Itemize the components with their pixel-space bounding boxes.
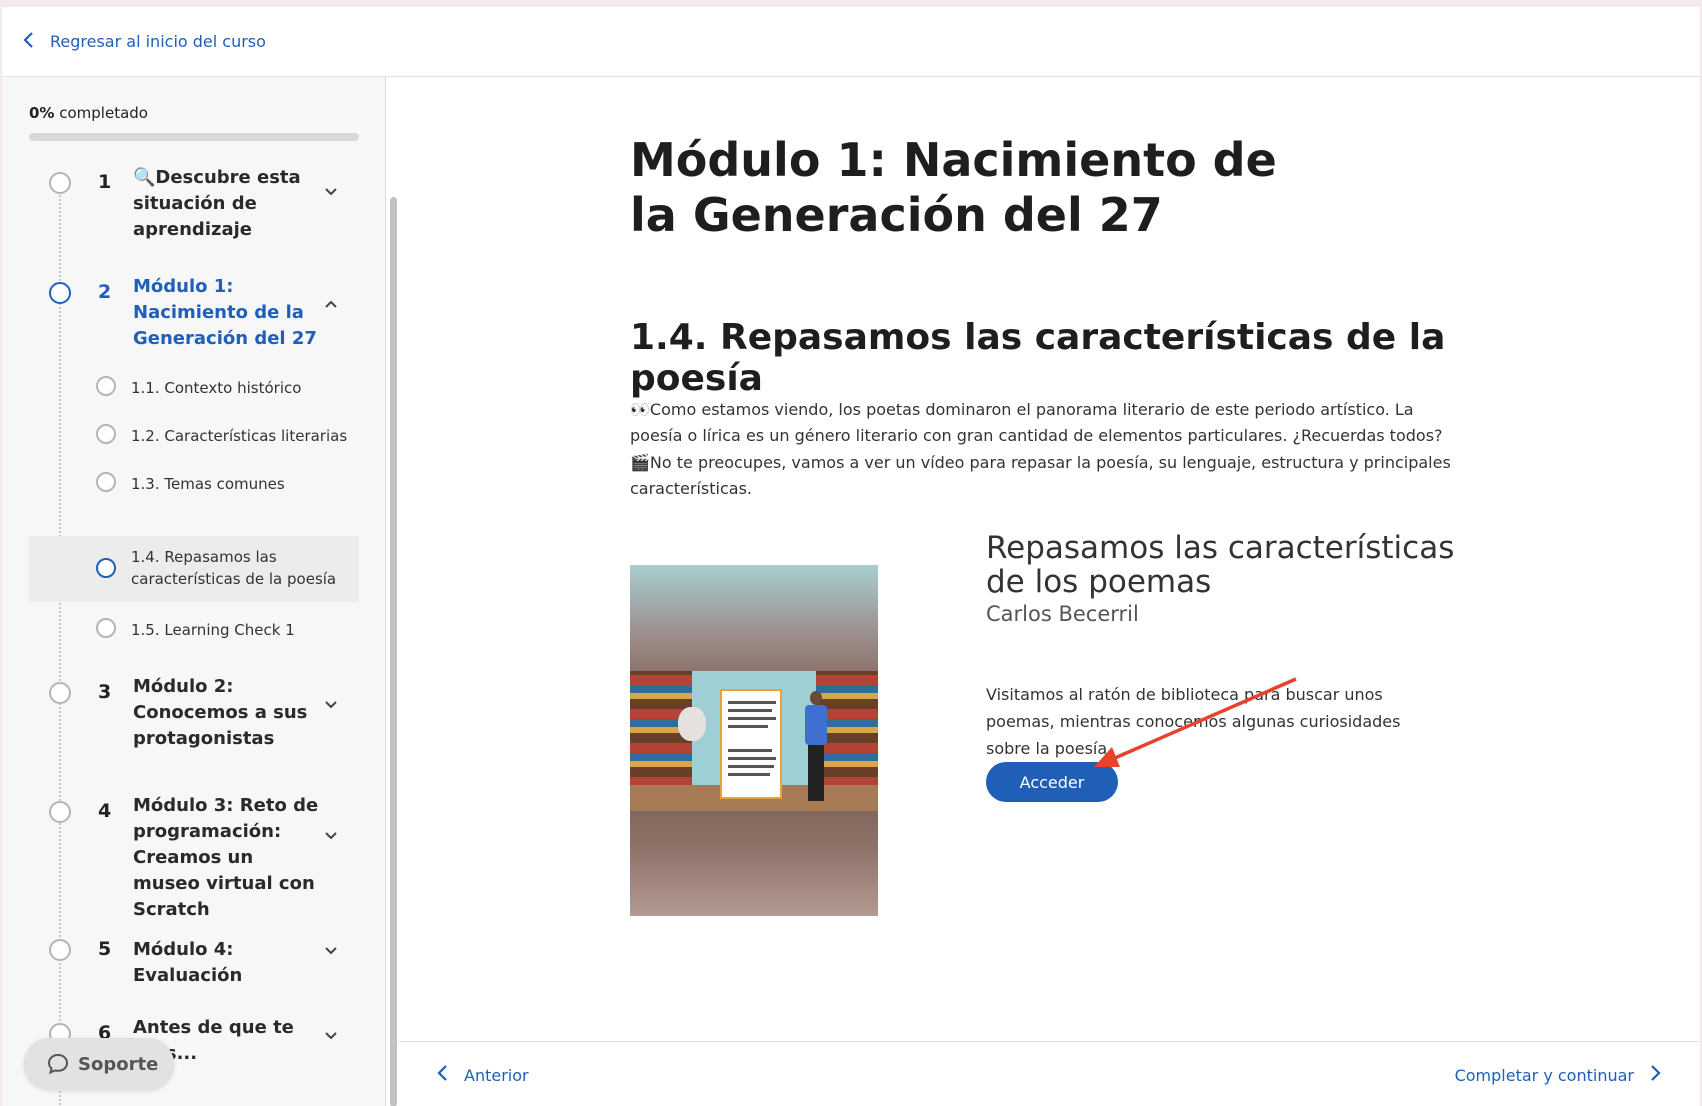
module-status-circle	[49, 801, 71, 823]
lesson-paragraph-2: 🎬No te preocupes, vamos a ver un vídeo p…	[630, 453, 1451, 498]
lesson-heading: 1.4. Repasamos las características de la…	[630, 317, 1446, 399]
video-description: Visitamos al ratón de biblioteca para bu…	[986, 685, 1401, 758]
lesson-content: Módulo 1: Nacimiento de la Generación de…	[388, 77, 1700, 1106]
lesson-status-circle	[96, 424, 116, 444]
chevron-left-icon	[22, 31, 34, 53]
lesson-status-circle	[96, 558, 116, 578]
course-outline-sidebar: 0% completado 1 🔍Descubre esta situación…	[2, 77, 386, 1106]
back-to-course-link[interactable]: Regresar al inicio del curso	[22, 31, 266, 53]
poem-line	[728, 773, 770, 776]
lesson-status-circle	[96, 472, 116, 492]
progress-label: 0% completado	[29, 104, 148, 122]
poem-line	[728, 749, 772, 752]
poem-line	[728, 701, 776, 704]
module-title: 🔍Descubre esta situación de aprendizaje	[133, 167, 301, 240]
poem-line	[728, 709, 772, 712]
progress-percent: 0%	[29, 104, 55, 122]
lesson-paragraph-1: 👀Como estamos viendo, los poetas dominar…	[630, 400, 1443, 445]
module-number: 5	[98, 938, 112, 960]
module-title: Módulo 3: Reto de programación: Creamos …	[133, 795, 319, 920]
module-heading: Módulo 1: Nacimiento de la Generación de…	[630, 133, 1277, 242]
progress-bar	[29, 133, 359, 141]
lesson-status-circle	[96, 376, 116, 396]
chevron-right-icon	[1650, 1064, 1662, 1086]
chevron-up-icon[interactable]	[324, 299, 338, 309]
presenter-legs	[808, 745, 824, 801]
module-number: 2	[98, 281, 112, 303]
previous-label: Anterior	[464, 1065, 529, 1085]
mouse-character-image	[678, 707, 706, 741]
video-thumbnail[interactable]	[630, 565, 878, 916]
back-link-label: Regresar al inicio del curso	[50, 32, 266, 51]
poem-line	[728, 765, 774, 768]
video-scene-image	[630, 671, 878, 811]
chevron-down-icon[interactable]	[324, 700, 338, 710]
module-status-circle	[49, 282, 71, 304]
module-status-circle	[49, 939, 71, 961]
support-label: Soporte	[78, 1053, 159, 1075]
chevron-down-icon[interactable]	[324, 831, 338, 841]
lesson-item-1-3[interactable]: 1.3. Temas comunes	[29, 461, 359, 505]
lesson-title: 1.3. Temas comunes	[131, 475, 285, 493]
lesson-title: 1.1. Contexto histórico	[131, 379, 302, 397]
lesson-item-1-4-current[interactable]: 1.4. Repasamos las características de la…	[29, 536, 359, 602]
poem-line	[728, 725, 768, 728]
complete-continue-label: Completar y continuar	[1454, 1065, 1634, 1085]
module-number: 4	[98, 800, 112, 822]
chevron-left-icon	[436, 1064, 448, 1086]
lesson-item-1-2[interactable]: 1.2. Características literarias	[29, 413, 359, 457]
presenter-body	[805, 705, 827, 745]
lesson-status-circle	[96, 618, 116, 638]
lesson-bottom-nav: Anterior Completar y continuar	[398, 1041, 1700, 1106]
module-title: Módulo 2: Conocemos a sus protagonistas	[133, 676, 308, 749]
progress-text: completado	[59, 104, 148, 122]
poem-card-image	[720, 689, 782, 799]
poem-line	[728, 757, 776, 760]
lesson-title: 1.4. Repasamos las características de la…	[131, 548, 337, 588]
presenter-image	[805, 691, 827, 801]
complete-continue-link[interactable]: Completar y continuar	[1455, 1064, 1662, 1086]
video-title: Repasamos las características de los poe…	[986, 530, 1455, 600]
module-number: 1	[98, 171, 112, 193]
module-title: Módulo 4: Evaluación	[133, 939, 243, 986]
chat-bubble-icon	[47, 1053, 69, 1075]
access-button[interactable]: Acceder	[986, 762, 1118, 802]
app-window: Regresar al inicio del curso 0% completa…	[2, 7, 1700, 1106]
chevron-down-icon[interactable]	[324, 1031, 338, 1041]
top-bar: Regresar al inicio del curso	[2, 7, 1700, 77]
lesson-title: 1.2. Características literarias	[131, 427, 348, 445]
module-status-circle	[49, 172, 71, 194]
support-button[interactable]: Soporte	[24, 1038, 174, 1090]
chevron-down-icon[interactable]	[324, 946, 338, 956]
module-number: 3	[98, 681, 112, 703]
module-status-circle	[49, 682, 71, 704]
presenter-head	[810, 691, 822, 705]
lesson-item-1-1[interactable]: 1.1. Contexto histórico	[29, 365, 359, 409]
previous-lesson-link[interactable]: Anterior	[436, 1064, 529, 1086]
lesson-item-1-5[interactable]: 1.5. Learning Check 1	[29, 607, 359, 651]
poem-line	[728, 717, 776, 720]
module-title: Módulo 1: Nacimiento de la Generación de…	[133, 276, 317, 349]
lesson-title: 1.5. Learning Check 1	[131, 621, 295, 639]
chevron-down-icon[interactable]	[324, 187, 338, 197]
video-author: Carlos Becerril	[986, 602, 1139, 626]
